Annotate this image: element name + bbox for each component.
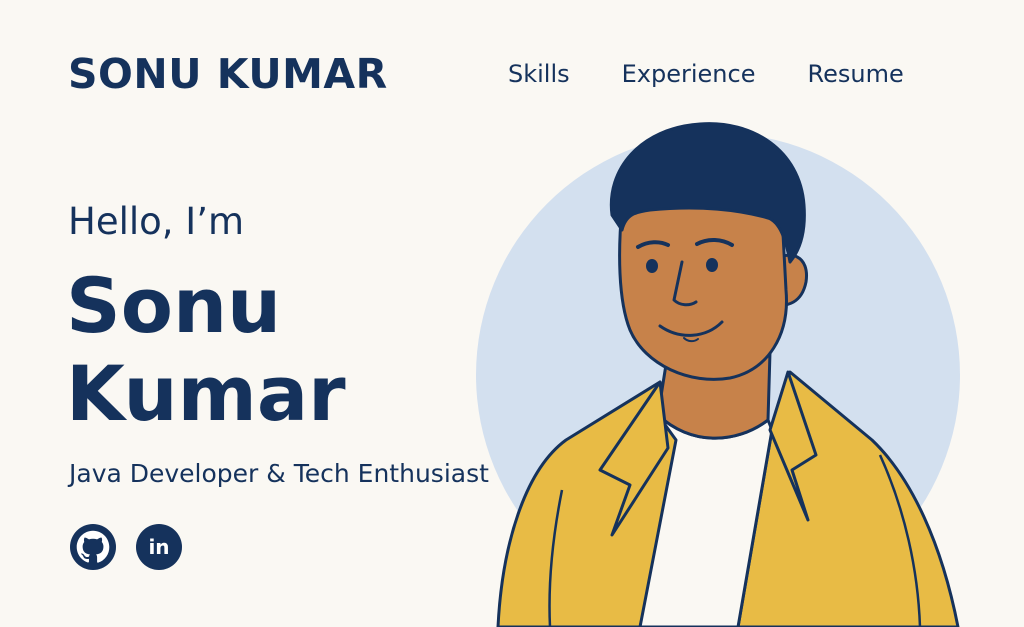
linkedin-link[interactable]: in	[136, 524, 182, 570]
hero-name-last: Kumar	[66, 349, 346, 438]
github-icon	[76, 530, 110, 563]
site-logo[interactable]: SONU KUMAR	[68, 50, 388, 98]
hero-tagline: Java Developer & Tech Enthusiast	[69, 459, 489, 488]
avatar-illustration	[476, 122, 960, 627]
hero-greeting: Hello, I’m	[68, 200, 245, 243]
hero-name-first: Sonu	[66, 261, 282, 350]
main-nav: Skills Experience Resume	[508, 60, 904, 88]
nav-link-experience[interactable]: Experience	[622, 60, 756, 88]
linkedin-icon: in	[148, 535, 170, 559]
nav-link-skills[interactable]: Skills	[508, 60, 570, 88]
eye-right	[706, 258, 718, 272]
github-link[interactable]	[70, 524, 116, 570]
nav-link-resume[interactable]: Resume	[807, 60, 903, 88]
face	[618, 193, 788, 381]
portfolio-page: SONU KUMAR Skills Experience Resume Hell…	[0, 0, 1024, 627]
hero-name: Sonu Kumar	[66, 262, 346, 438]
eye-left	[646, 259, 658, 273]
social-links: in	[70, 524, 182, 570]
